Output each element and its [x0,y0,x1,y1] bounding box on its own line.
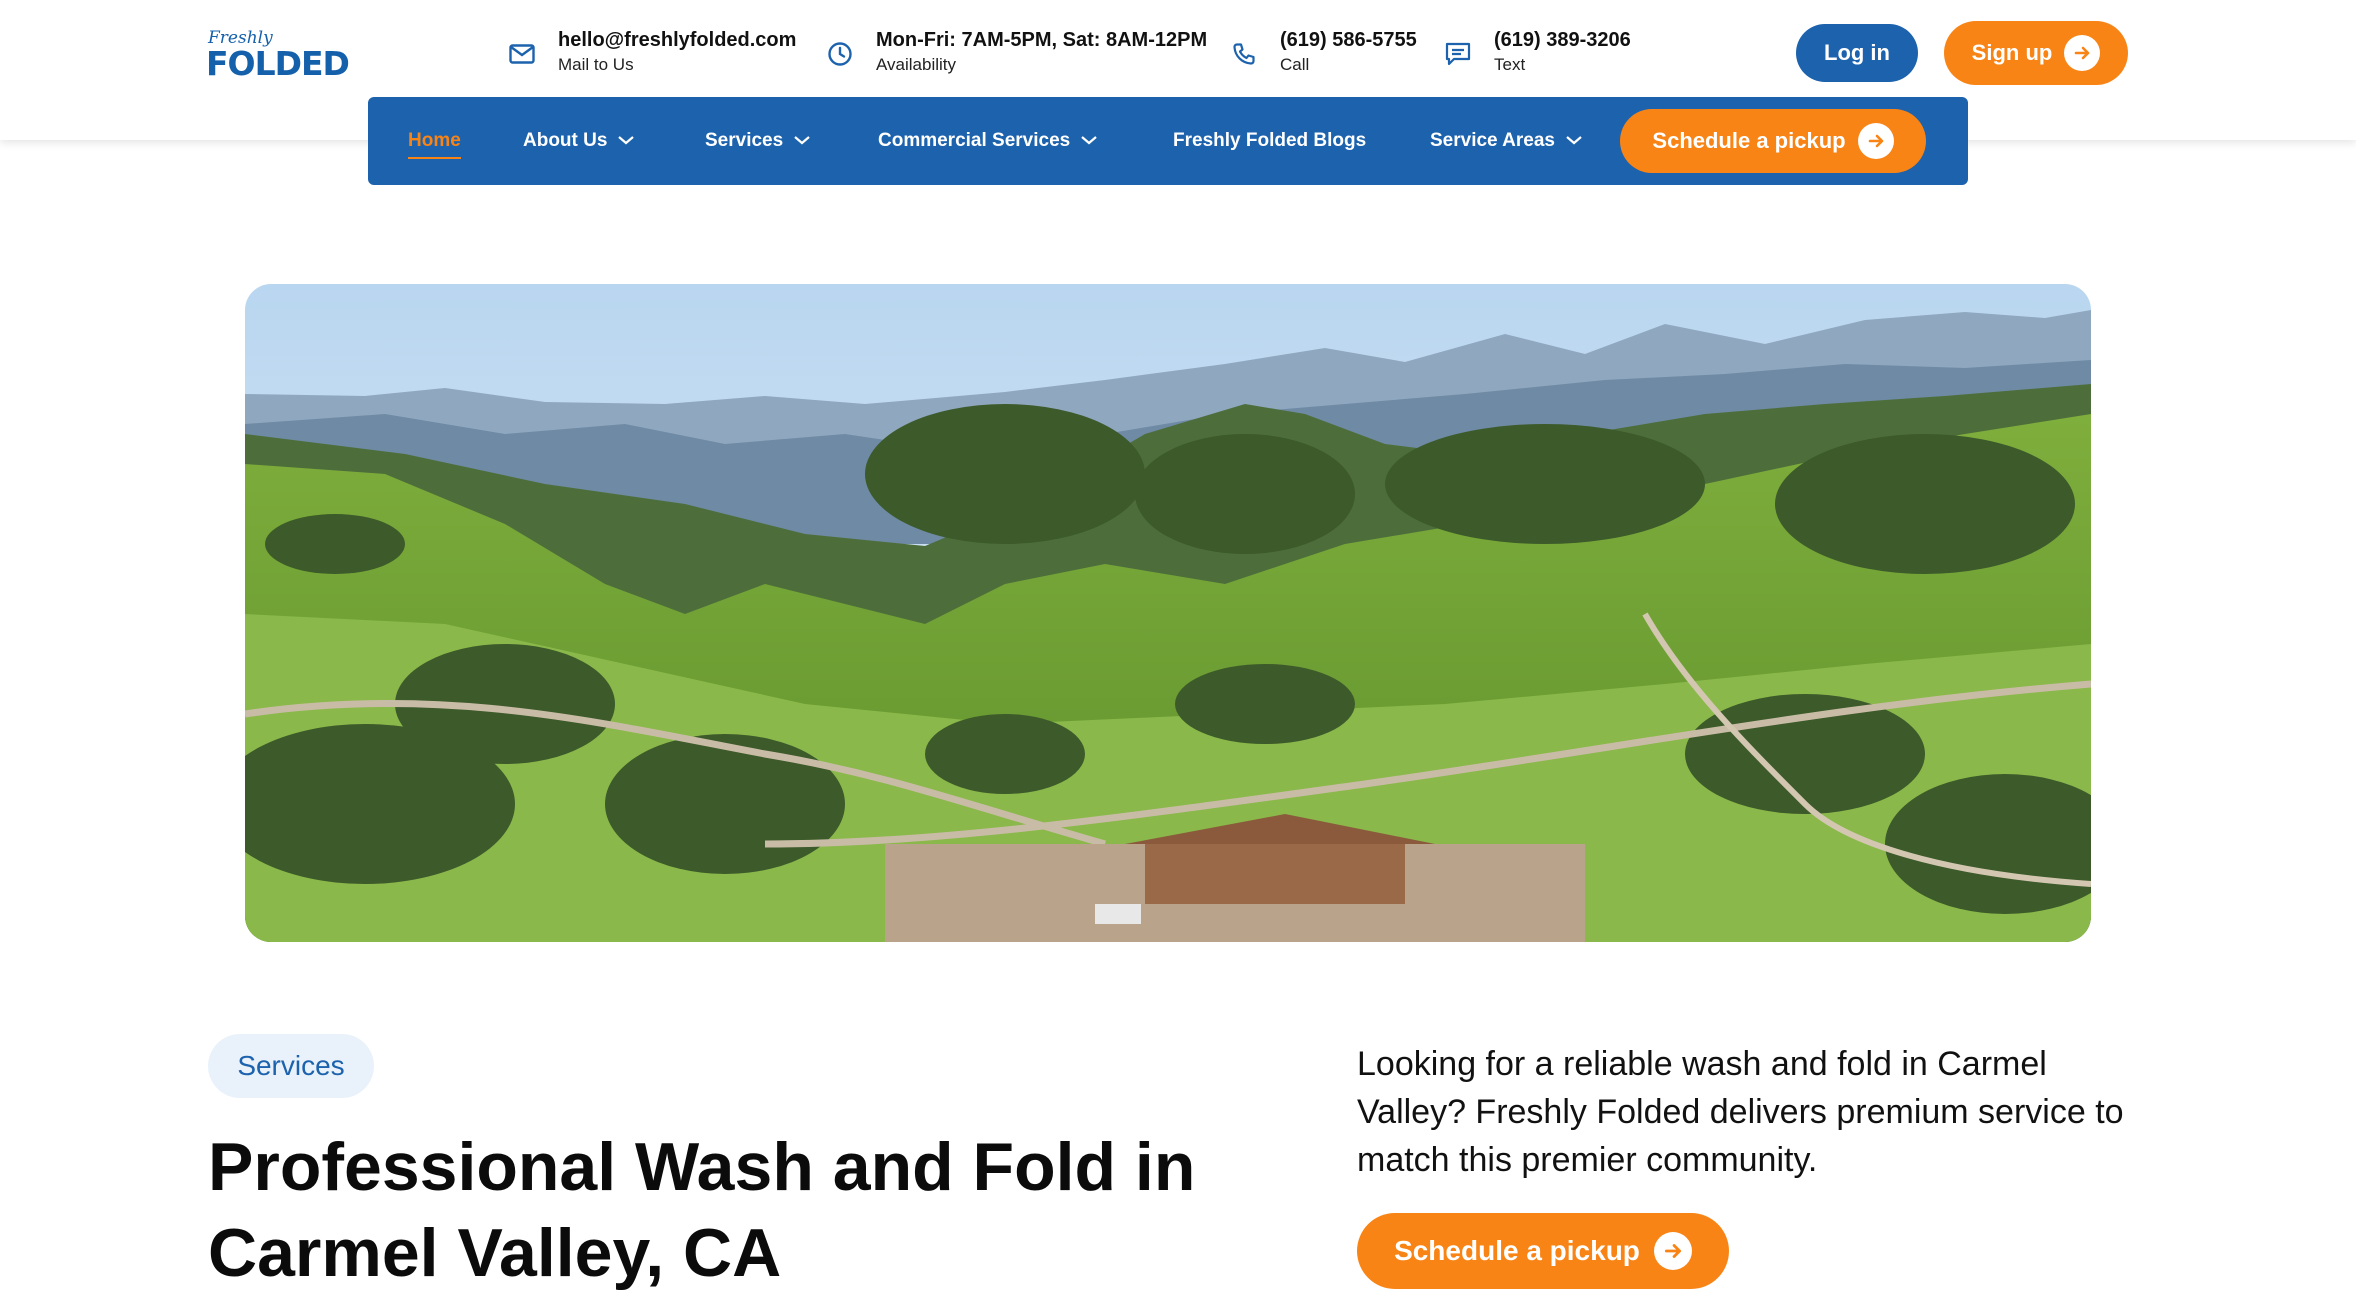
chevron-down-icon [793,130,811,152]
mail-icon [506,38,538,70]
page-title-line1: Professional Wash and Fold in [208,1129,1196,1205]
contact-phone-value: (619) 586-5755 [1280,29,1417,51]
nav-item-service-areas-label: Service Areas [1430,130,1556,151]
contact-email-value: hello@freshlyfolded.com [558,29,797,51]
contact-phone-label: Call [1280,55,1310,74]
main-nav: Home About Us Services Commercial Servic… [368,97,1968,185]
signup-button[interactable]: Sign up [1944,21,2128,85]
chevron-down-icon [617,130,635,152]
nav-item-services-label: Services [705,130,784,151]
logo-wordmark: FOLDED [206,44,350,83]
nav-item-about-us-label: About Us [523,130,608,151]
login-button[interactable]: Log in [1796,24,1918,82]
signup-button-label: Sign up [1971,40,2053,65]
intro-text: Looking for a reliable wash and fold in … [1357,1045,2124,1179]
arrow-right-icon [2064,35,2101,71]
contact-hours-label: Availability [876,55,957,74]
contact-email[interactable]: hello@freshlyfolded.com Mail to Us [506,26,796,78]
contact-text-value: (619) 389-3206 [1494,29,1631,51]
section-tag-label: Services [237,1050,345,1081]
nav-item-blogs-label: Freshly Folded Blogs [1173,130,1367,151]
nav-schedule-pickup-button[interactable]: Schedule a pickup [1620,109,1926,173]
chevron-down-icon [1080,130,1098,152]
hero-schedule-pickup-button[interactable]: Schedule a pickup [1357,1213,1729,1289]
contact-email-label: Mail to Us [558,55,634,74]
contact-phone[interactable]: (619) 586-5755 Call [1228,26,1417,78]
contact-text-label: Text [1494,55,1526,74]
clock-icon [824,38,856,70]
nav-item-services[interactable]: Services [705,97,811,185]
section-tag-services: Services [208,1034,374,1098]
phone-icon [1228,38,1260,70]
login-button-label: Log in [1824,40,1890,65]
nav-schedule-pickup-label: Schedule a pickup [1652,128,1846,153]
nav-item-home[interactable]: Home [408,97,461,185]
nav-item-service-areas[interactable]: Service Areas [1430,97,1583,185]
contact-hours: Mon-Fri: 7AM-5PM, Sat: 8AM-12PM Availabi… [824,26,1207,78]
contact-text[interactable]: (619) 389-3206 Text [1442,26,1631,78]
nav-item-home-label: Home [408,130,461,151]
nav-item-commercial-services[interactable]: Commercial Services [878,97,1098,185]
nav-item-commercial-services-label: Commercial Services [878,130,1071,151]
page-title-line2: Carmel Valley, CA [208,1215,782,1291]
nav-item-about-us[interactable]: About Us [523,97,635,185]
page-title: Professional Wash and Fold in Carmel Val… [208,1124,1308,1296]
arrow-right-icon [1857,123,1894,159]
chevron-down-icon [1565,130,1583,152]
arrow-right-icon [1653,1232,1692,1270]
contact-hours-value: Mon-Fri: 7AM-5PM, Sat: 8AM-12PM [876,29,1208,51]
hero-schedule-pickup-label: Schedule a pickup [1394,1235,1640,1266]
hero-landscape-image [245,284,2091,942]
active-underline [408,157,461,159]
nav-item-blogs[interactable]: Freshly Folded Blogs [1173,97,1366,185]
freshly-folded-logo[interactable]: Freshly FOLDED [206,28,350,83]
message-icon [1442,38,1474,70]
